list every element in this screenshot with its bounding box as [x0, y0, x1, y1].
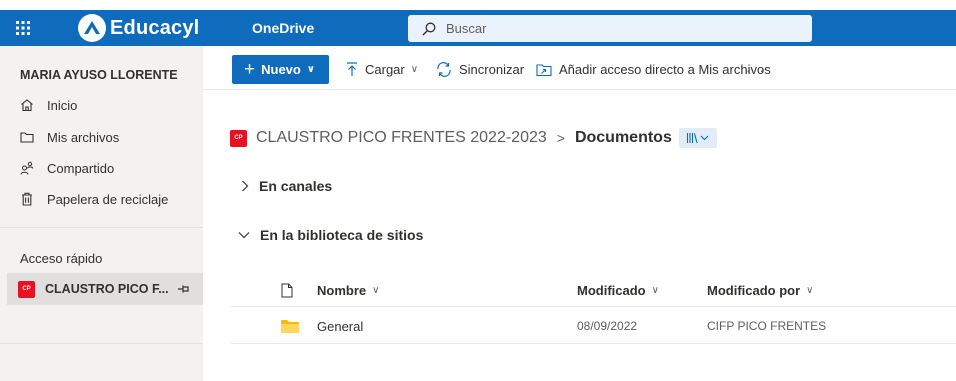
modified-by: CIFP PICO FRENTES: [707, 319, 827, 333]
breadcrumb-current: Documentos: [574, 129, 672, 146]
folder-icon: [281, 308, 299, 344]
upload-icon: [346, 62, 358, 77]
quick-access-title: Acceso rápido: [20, 251, 103, 266]
site-badge: CP: [230, 129, 247, 147]
file-list-header: Nombre ∨ Modificado ∨ Modificado por ∨: [231, 273, 956, 307]
add-shortcut-button-label: Añadir acceso directo a Mis archivos: [559, 62, 771, 77]
nav-item-inicio[interactable]: Inicio: [20, 95, 77, 115]
add-shortcut-icon: [536, 63, 552, 77]
trash-icon: [20, 191, 34, 207]
quick-access-item-claustro[interactable]: CP CLAUSTRO PICO F...: [7, 273, 203, 305]
home-icon: [20, 97, 34, 113]
sync-button[interactable]: Sincronizar: [436, 55, 524, 84]
nav-divider: [0, 227, 203, 228]
section-channels-toggle[interactable]: En canales: [241, 176, 332, 196]
new-button-label: Nuevo: [261, 62, 301, 77]
file-type-column-header[interactable]: [281, 273, 293, 307]
quick-access-label: CLAUSTRO PICO F...: [45, 282, 169, 296]
library-switcher-button[interactable]: [678, 128, 717, 148]
nav-item-compartido[interactable]: Compartido: [20, 158, 114, 178]
people-icon: [20, 160, 34, 176]
breadcrumb-separator: >: [556, 130, 565, 146]
section-site-library-label: En la biblioteca de sitios: [260, 227, 424, 243]
more-options-button[interactable]: ···: [746, 55, 766, 84]
site-badge: CP: [18, 280, 35, 298]
sync-icon: [436, 62, 452, 77]
app-launcher-button[interactable]: [0, 10, 46, 46]
file-icon: [281, 283, 293, 297]
nav-item-label: Mis archivos: [47, 129, 120, 145]
breadcrumb: CP CLAUSTRO PICO FRENTES 2022-2023 > Doc…: [230, 127, 717, 149]
section-site-library-toggle[interactable]: En la biblioteca de sitios: [238, 225, 423, 245]
brand-link[interactable]: Educacyl: [78, 10, 199, 46]
nav-item-label: Compartido: [47, 160, 115, 176]
section-channels-label: En canales: [259, 178, 333, 194]
column-header-label: Modificado por: [707, 282, 801, 298]
breadcrumb-site-link[interactable]: CLAUSTRO PICO FRENTES 2022-2023: [256, 129, 547, 147]
add-shortcut-button[interactable]: Añadir acceso directo a Mis archivos: [536, 55, 771, 84]
product-name-link[interactable]: OneDrive: [252, 10, 314, 46]
library-icon: [686, 133, 709, 144]
folder-icon: [20, 129, 34, 145]
search-icon: [422, 22, 436, 35]
nav-item-label: Inicio: [47, 97, 78, 113]
chevron-down-icon: ∨: [306, 64, 315, 75]
chevron-down-icon: ∨: [410, 64, 419, 75]
sync-button-label: Sincronizar: [459, 62, 525, 77]
search-placeholder: Buscar: [446, 21, 487, 36]
nav-item-papelera[interactable]: Papelera de reciclaje: [20, 189, 168, 209]
column-header-label: Modificado: [577, 282, 646, 298]
upload-button[interactable]: Cargar ∨: [346, 55, 418, 84]
chevron-down-icon: ∨: [372, 284, 380, 296]
column-header-label: Nombre: [317, 282, 367, 298]
command-bar: + Nuevo ∨ Cargar ∨ Sincronizar Añadir ac…: [203, 46, 956, 90]
new-button[interactable]: + Nuevo ∨: [232, 55, 329, 84]
chevron-right-icon: [241, 180, 249, 192]
nav-divider: [0, 343, 203, 344]
table-row[interactable]: General 08/09/2022 CIFP PICO FRENTES: [231, 308, 956, 344]
nav-item-mis-archivos[interactable]: Mis archivos: [20, 127, 119, 147]
user-name: MARIA AYUSO LLORENTE: [20, 68, 178, 82]
plus-icon: +: [244, 59, 256, 80]
file-name-link[interactable]: General: [317, 308, 363, 344]
column-header-modified-by[interactable]: Modificado por ∨: [707, 273, 814, 307]
brand-name: Educacyl: [110, 16, 200, 39]
chevron-down-icon: [238, 231, 250, 239]
column-header-name[interactable]: Nombre ∨: [317, 273, 379, 307]
nav-item-label: Papelera de reciclaje: [47, 191, 169, 207]
pin-icon[interactable]: [177, 282, 191, 300]
left-navigation: MARIA AYUSO LLORENTE Inicio Mis archivos…: [0, 46, 203, 381]
chevron-down-icon: ∨: [806, 284, 814, 296]
waffle-icon: [16, 21, 30, 35]
column-header-modified[interactable]: Modificado ∨: [577, 273, 659, 307]
modified-date: 08/09/2022: [577, 319, 638, 333]
top-header-bar: Educacyl OneDrive Buscar: [0, 10, 956, 46]
brand-logo-icon: [78, 14, 106, 42]
upload-button-label: Cargar: [365, 62, 405, 77]
search-input[interactable]: Buscar: [408, 15, 812, 42]
chevron-down-icon: ∨: [651, 284, 659, 296]
